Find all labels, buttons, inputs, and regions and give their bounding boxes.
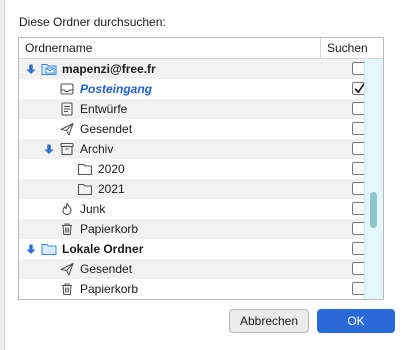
archive-icon: [59, 142, 75, 156]
sent-icon: [59, 122, 75, 136]
expand-toggle-icon[interactable]: [25, 63, 37, 75]
column-header-folder-name[interactable]: Ordnername: [25, 41, 92, 55]
folder-label: Gesendet: [80, 122, 133, 136]
folder-name-cell[interactable]: Papierkorb: [59, 279, 138, 299]
tree-header: Ordnername Suchen: [19, 38, 383, 59]
folder-label: Lokale Ordner: [62, 242, 144, 256]
mail-account-icon: [41, 62, 57, 76]
tree-row[interactable]: Entwürfe: [19, 99, 365, 119]
folder-label: Papierkorb: [80, 222, 139, 236]
trash-icon: [59, 282, 75, 296]
tree-row[interactable]: Archiv: [19, 139, 365, 159]
tree-rows: mapenzi@free.fr Posteingang Entwürfe Gesend…: [19, 59, 365, 299]
expand-toggle-icon[interactable]: [25, 243, 37, 255]
folder-name-cell[interactable]: Junk: [59, 199, 105, 219]
folder-label: 2020: [98, 162, 125, 176]
folder-name-cell[interactable]: Papierkorb: [59, 219, 138, 239]
scrollbar-thumb[interactable]: [370, 192, 377, 228]
folder-name-cell[interactable]: Gesendet: [59, 119, 132, 139]
folder-label: Papierkorb: [80, 282, 139, 296]
local-folders-icon: [41, 242, 57, 256]
drafts-icon: [59, 102, 75, 116]
folder-icon: [77, 162, 93, 176]
dialog-prompt: Diese Ordner durchsuchen:: [19, 15, 166, 29]
vertical-scrollbar[interactable]: [364, 59, 383, 299]
tree-row[interactable]: Papierkorb: [19, 279, 365, 299]
folder-name-cell[interactable]: 2020: [77, 159, 125, 179]
folder-label: Junk: [80, 202, 106, 216]
tree-row[interactable]: Papierkorb: [19, 219, 365, 239]
tree-row[interactable]: Lokale Ordner: [19, 239, 365, 259]
folder-name-cell[interactable]: Gesendet: [59, 259, 132, 279]
tree-row[interactable]: 2020: [19, 159, 365, 179]
folder-label: mapenzi@free.fr: [62, 62, 156, 76]
junk-icon: [59, 202, 75, 216]
folder-label: Posteingang: [80, 82, 153, 96]
folder-name-cell[interactable]: Lokale Ordner: [41, 239, 143, 259]
cancel-button[interactable]: Abbrechen: [229, 309, 309, 333]
folder-icon: [77, 182, 93, 196]
folder-name-cell[interactable]: Entwürfe: [59, 99, 127, 119]
ok-button[interactable]: OK: [317, 309, 395, 333]
tree-row[interactable]: Junk: [19, 199, 365, 219]
folder-name-cell[interactable]: 2021: [77, 179, 125, 199]
tree-row[interactable]: mapenzi@free.fr: [19, 59, 365, 79]
folder-tree[interactable]: Ordnername Suchen mapenzi@free.fr Postein…: [18, 37, 384, 300]
folder-name-cell[interactable]: Posteingang: [59, 79, 152, 99]
tree-row[interactable]: Gesendet: [19, 119, 365, 139]
trash-icon: [59, 222, 75, 236]
column-header-search[interactable]: Suchen: [327, 41, 368, 55]
window-edge: [0, 0, 5, 350]
sent-icon: [59, 262, 75, 276]
expand-toggle-icon[interactable]: [43, 143, 55, 155]
tree-row[interactable]: Posteingang: [19, 79, 365, 99]
folder-label: Entwürfe: [80, 102, 128, 116]
folder-label: 2021: [98, 182, 125, 196]
folder-name-cell[interactable]: Archiv: [59, 139, 113, 159]
folder-name-cell[interactable]: mapenzi@free.fr: [41, 59, 156, 79]
column-divider[interactable]: [320, 38, 321, 58]
folder-label: Gesendet: [80, 262, 133, 276]
tree-row[interactable]: 2021: [19, 179, 365, 199]
inbox-icon: [59, 82, 75, 96]
tree-row[interactable]: Gesendet: [19, 259, 365, 279]
folder-label: Archiv: [80, 142, 114, 156]
